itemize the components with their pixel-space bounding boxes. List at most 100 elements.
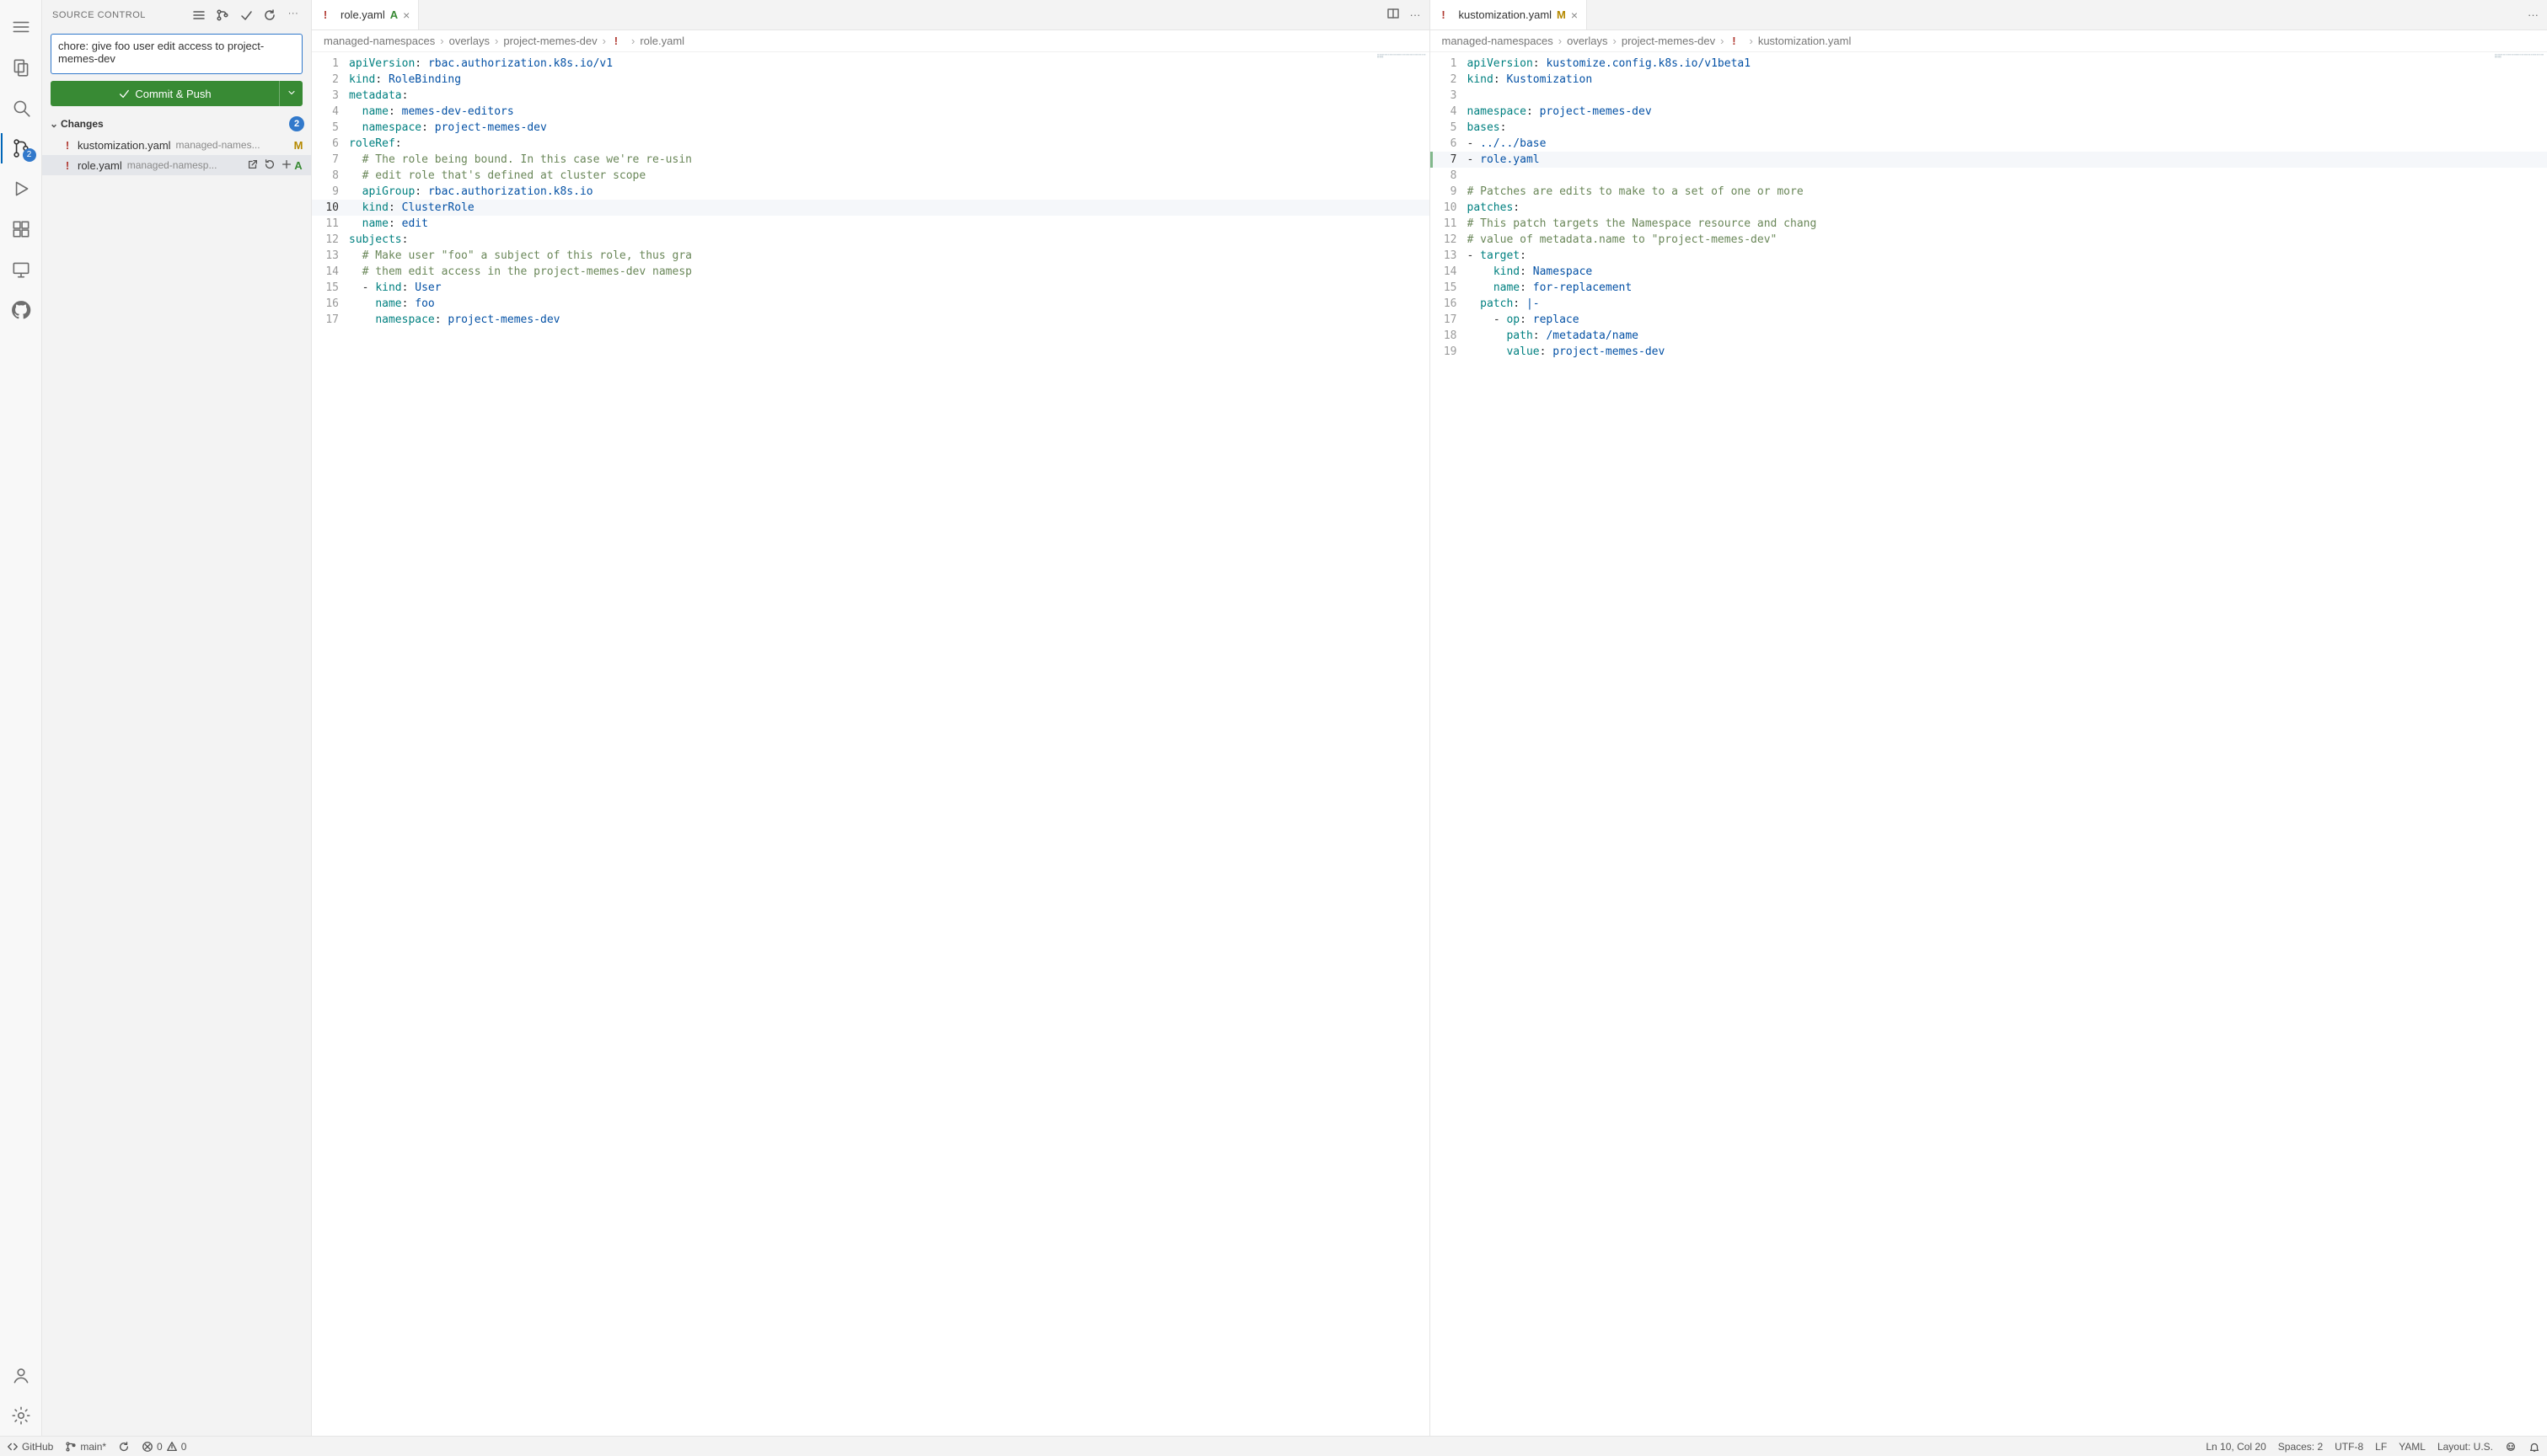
breadcrumb-segment: managed-namespaces bbox=[1442, 35, 1553, 47]
split-editor-icon[interactable] bbox=[1386, 7, 1400, 23]
settings-gear-icon[interactable] bbox=[1, 1395, 41, 1436]
status-feedback-icon[interactable] bbox=[2505, 1441, 2517, 1453]
code-line: 17 - op: replace bbox=[1430, 312, 2547, 328]
close-tab-icon[interactable]: × bbox=[403, 8, 410, 22]
breadcrumb[interactable]: managed-namespaces›overlays›project-meme… bbox=[1430, 30, 2547, 52]
code-content: - kind: User bbox=[349, 280, 1429, 296]
check-icon[interactable] bbox=[239, 8, 254, 22]
code-line: 6roleRef: bbox=[312, 136, 1429, 152]
more-icon[interactable]: ··· bbox=[2528, 8, 2539, 21]
line-number: 9 bbox=[1430, 184, 1467, 200]
line-number: 13 bbox=[312, 248, 349, 264]
code-content: bases: bbox=[1467, 120, 2547, 136]
yaml-file-icon: ! bbox=[62, 159, 72, 172]
code-line: 8 bbox=[1430, 168, 2547, 184]
remote-icon[interactable] bbox=[1, 249, 41, 290]
code-line: 1apiVersion: kustomize.config.k8s.io/v1b… bbox=[1430, 56, 2547, 72]
code-content: - ../../base bbox=[1467, 136, 2547, 152]
status-cursor[interactable]: Ln 10, Col 20 bbox=[2206, 1441, 2265, 1453]
code-content: # This patch targets the Namespace resou… bbox=[1467, 216, 2547, 232]
breadcrumb[interactable]: managed-namespaces›overlays›project-meme… bbox=[312, 30, 1429, 52]
code-line: 15 - kind: User bbox=[312, 280, 1429, 296]
extensions-icon[interactable] bbox=[1, 209, 41, 249]
status-problems[interactable]: 0 0 bbox=[142, 1441, 186, 1453]
code-line: 14 # them edit access in the project-mem… bbox=[312, 264, 1429, 280]
editor-tab[interactable]: !kustomization.yamlM× bbox=[1430, 0, 1588, 29]
changes-label: Changes bbox=[61, 118, 104, 130]
status-branch[interactable]: main* bbox=[65, 1441, 106, 1453]
tab-filename: kustomization.yaml bbox=[1459, 8, 1552, 21]
line-number: 5 bbox=[1430, 120, 1467, 136]
code-line: 16 name: foo bbox=[312, 296, 1429, 312]
run-debug-icon[interactable] bbox=[1, 169, 41, 209]
breadcrumb-separator: › bbox=[495, 35, 498, 47]
line-number: 12 bbox=[1430, 232, 1467, 248]
discard-icon[interactable] bbox=[264, 158, 276, 173]
explorer-icon[interactable] bbox=[1, 47, 41, 88]
code-editor[interactable]: 1apiVersion: rbac.authorization.k8s.io/v… bbox=[312, 52, 1429, 1436]
line-number: 2 bbox=[312, 72, 349, 88]
line-number: 7 bbox=[1430, 152, 1467, 168]
accounts-icon[interactable] bbox=[1, 1355, 41, 1395]
open-file-icon[interactable] bbox=[247, 158, 259, 173]
status-eol[interactable]: LF bbox=[2375, 1441, 2387, 1453]
changes-section-header[interactable]: ⌄ Changes 2 bbox=[42, 113, 311, 135]
code-content: apiVersion: rbac.authorization.k8s.io/v1 bbox=[349, 56, 1429, 72]
line-number: 8 bbox=[312, 168, 349, 184]
breadcrumb-separator: › bbox=[1558, 35, 1562, 47]
status-github[interactable]: GitHub bbox=[7, 1441, 53, 1453]
code-line: 17 namespace: project-memes-dev bbox=[312, 312, 1429, 328]
refresh-icon[interactable] bbox=[262, 8, 277, 22]
status-layout[interactable]: Layout: U.S. bbox=[2437, 1441, 2493, 1453]
line-number: 1 bbox=[1430, 56, 1467, 72]
tab-status: A bbox=[390, 8, 398, 21]
code-content: kind: RoleBinding bbox=[349, 72, 1429, 88]
commit-push-button[interactable]: Commit & Push bbox=[51, 81, 279, 106]
branch-action-icon[interactable] bbox=[215, 8, 230, 22]
scm-title: SOURCE CONTROL bbox=[52, 10, 191, 20]
source-control-icon[interactable]: 2 bbox=[1, 128, 41, 169]
line-number: 17 bbox=[312, 312, 349, 328]
code-line: 3metadata: bbox=[312, 88, 1429, 104]
breadcrumb-segment: overlays bbox=[449, 35, 490, 47]
yaml-file-icon: ! bbox=[320, 8, 330, 21]
status-spaces[interactable]: Spaces: 2 bbox=[2278, 1441, 2323, 1453]
change-item[interactable]: !role.yamlmanaged-namesp...A bbox=[42, 155, 311, 175]
status-sync[interactable] bbox=[118, 1441, 130, 1453]
status-lang[interactable]: YAML bbox=[2399, 1441, 2426, 1453]
line-number: 1 bbox=[312, 56, 349, 72]
diff-added-marker bbox=[1430, 152, 1433, 168]
close-tab-icon[interactable]: × bbox=[1571, 8, 1578, 22]
minimap[interactable]: ██ ████ ██ █ ███ ██ ████ █ ██ ███ ██ █ █… bbox=[1377, 54, 1428, 130]
line-number: 5 bbox=[312, 120, 349, 136]
code-content: # Make user "foo" a subject of this role… bbox=[349, 248, 1429, 264]
line-number: 16 bbox=[312, 296, 349, 312]
view-tree-icon[interactable] bbox=[191, 8, 206, 22]
code-editor[interactable]: 1apiVersion: kustomize.config.k8s.io/v1b… bbox=[1430, 52, 2547, 1436]
code-content: - role.yaml bbox=[1467, 152, 2547, 168]
changes-list: !kustomization.yamlmanaged-names...M!rol… bbox=[42, 135, 311, 175]
changes-count-badge: 2 bbox=[289, 116, 304, 131]
code-content bbox=[1467, 168, 2547, 184]
search-icon[interactable] bbox=[1, 88, 41, 128]
code-line: 10patches: bbox=[1430, 200, 2547, 216]
commit-dropdown-button[interactable] bbox=[279, 81, 303, 106]
chevron-down-icon: ⌄ bbox=[47, 118, 61, 130]
status-bell-icon[interactable] bbox=[2528, 1441, 2540, 1453]
editor-tab[interactable]: !role.yamlA× bbox=[312, 0, 419, 29]
line-number: 15 bbox=[312, 280, 349, 296]
github-icon[interactable] bbox=[1, 290, 41, 330]
code-line: 11 name: edit bbox=[312, 216, 1429, 232]
line-number: 7 bbox=[312, 152, 349, 168]
scm-panel: SOURCE CONTROL ··· chore: give foo user … bbox=[42, 0, 312, 1436]
commit-message-input[interactable]: chore: give foo user edit access to proj… bbox=[51, 34, 303, 74]
change-item[interactable]: !kustomization.yamlmanaged-names...M bbox=[42, 135, 311, 155]
code-content: patch: |- bbox=[1467, 296, 2547, 312]
stage-icon[interactable] bbox=[281, 158, 292, 173]
menu-icon[interactable] bbox=[1, 7, 41, 47]
minimap[interactable]: ██ ████ ██ █ ███ ██ ████ █ ██ ███ ██ █ █… bbox=[2495, 54, 2545, 130]
editor-pane: !role.yamlA×···managed-namespaces›overla… bbox=[312, 0, 1430, 1436]
more-icon[interactable]: ··· bbox=[286, 8, 301, 22]
status-encoding[interactable]: UTF-8 bbox=[2335, 1441, 2363, 1453]
more-icon[interactable]: ··· bbox=[1410, 8, 1421, 21]
